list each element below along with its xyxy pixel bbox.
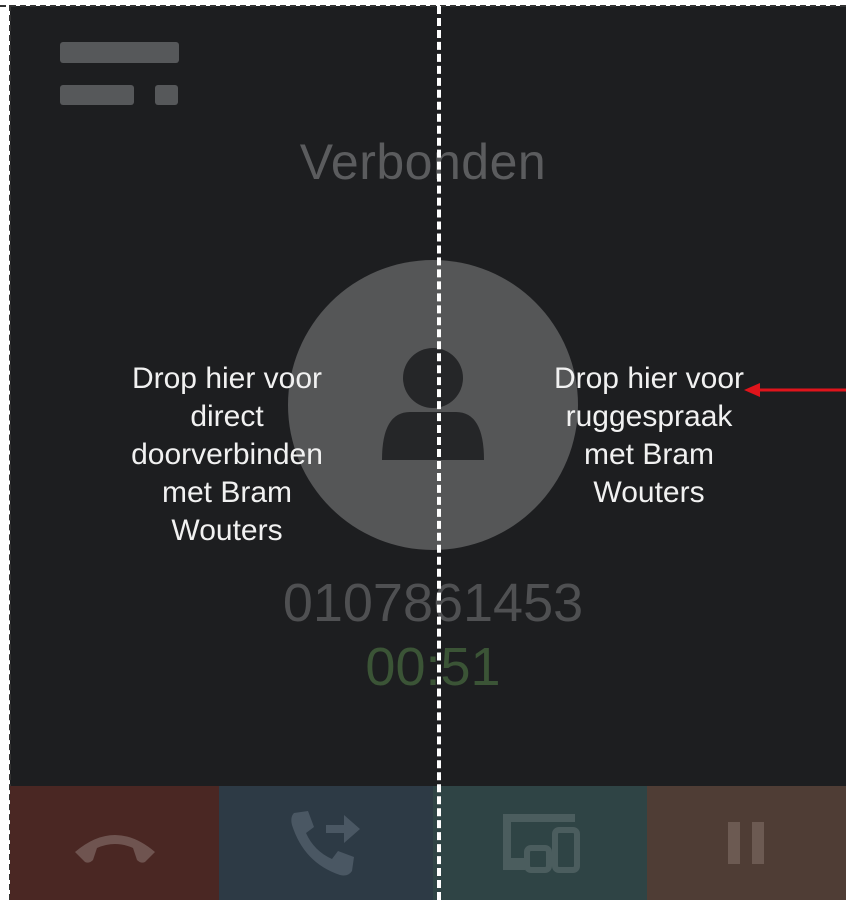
hold-button[interactable] xyxy=(647,786,846,900)
drop-zone-divider xyxy=(437,6,441,900)
devices-button[interactable] xyxy=(433,786,647,900)
drop-zone-direct-transfer-label: Drop hier voor direct doorverbinden met … xyxy=(131,362,323,547)
call-action-bar xyxy=(10,786,846,900)
pause-icon xyxy=(727,822,764,864)
caller-number: 0107861453 xyxy=(282,573,584,633)
call-timer: 00:51 xyxy=(365,637,501,697)
transfer-button[interactable] xyxy=(219,786,433,900)
drop-zone-direct-transfer[interactable]: Drop hier voor direct doorverbinden met … xyxy=(118,360,336,550)
hangup-button[interactable] xyxy=(10,786,219,900)
arrow-left-icon xyxy=(744,383,846,397)
drop-zone-consult-label: Drop hier voor ruggespraak met Bram Wout… xyxy=(553,362,745,509)
devices-icon xyxy=(503,814,580,873)
phone-hangup-icon xyxy=(74,835,155,863)
phone-forward-icon xyxy=(291,811,360,876)
drop-zone-consult[interactable]: Drop hier voor ruggespraak met Bram Wout… xyxy=(548,360,750,512)
call-status: Verbonden xyxy=(299,134,547,190)
screenshot-frame-top xyxy=(0,5,846,7)
